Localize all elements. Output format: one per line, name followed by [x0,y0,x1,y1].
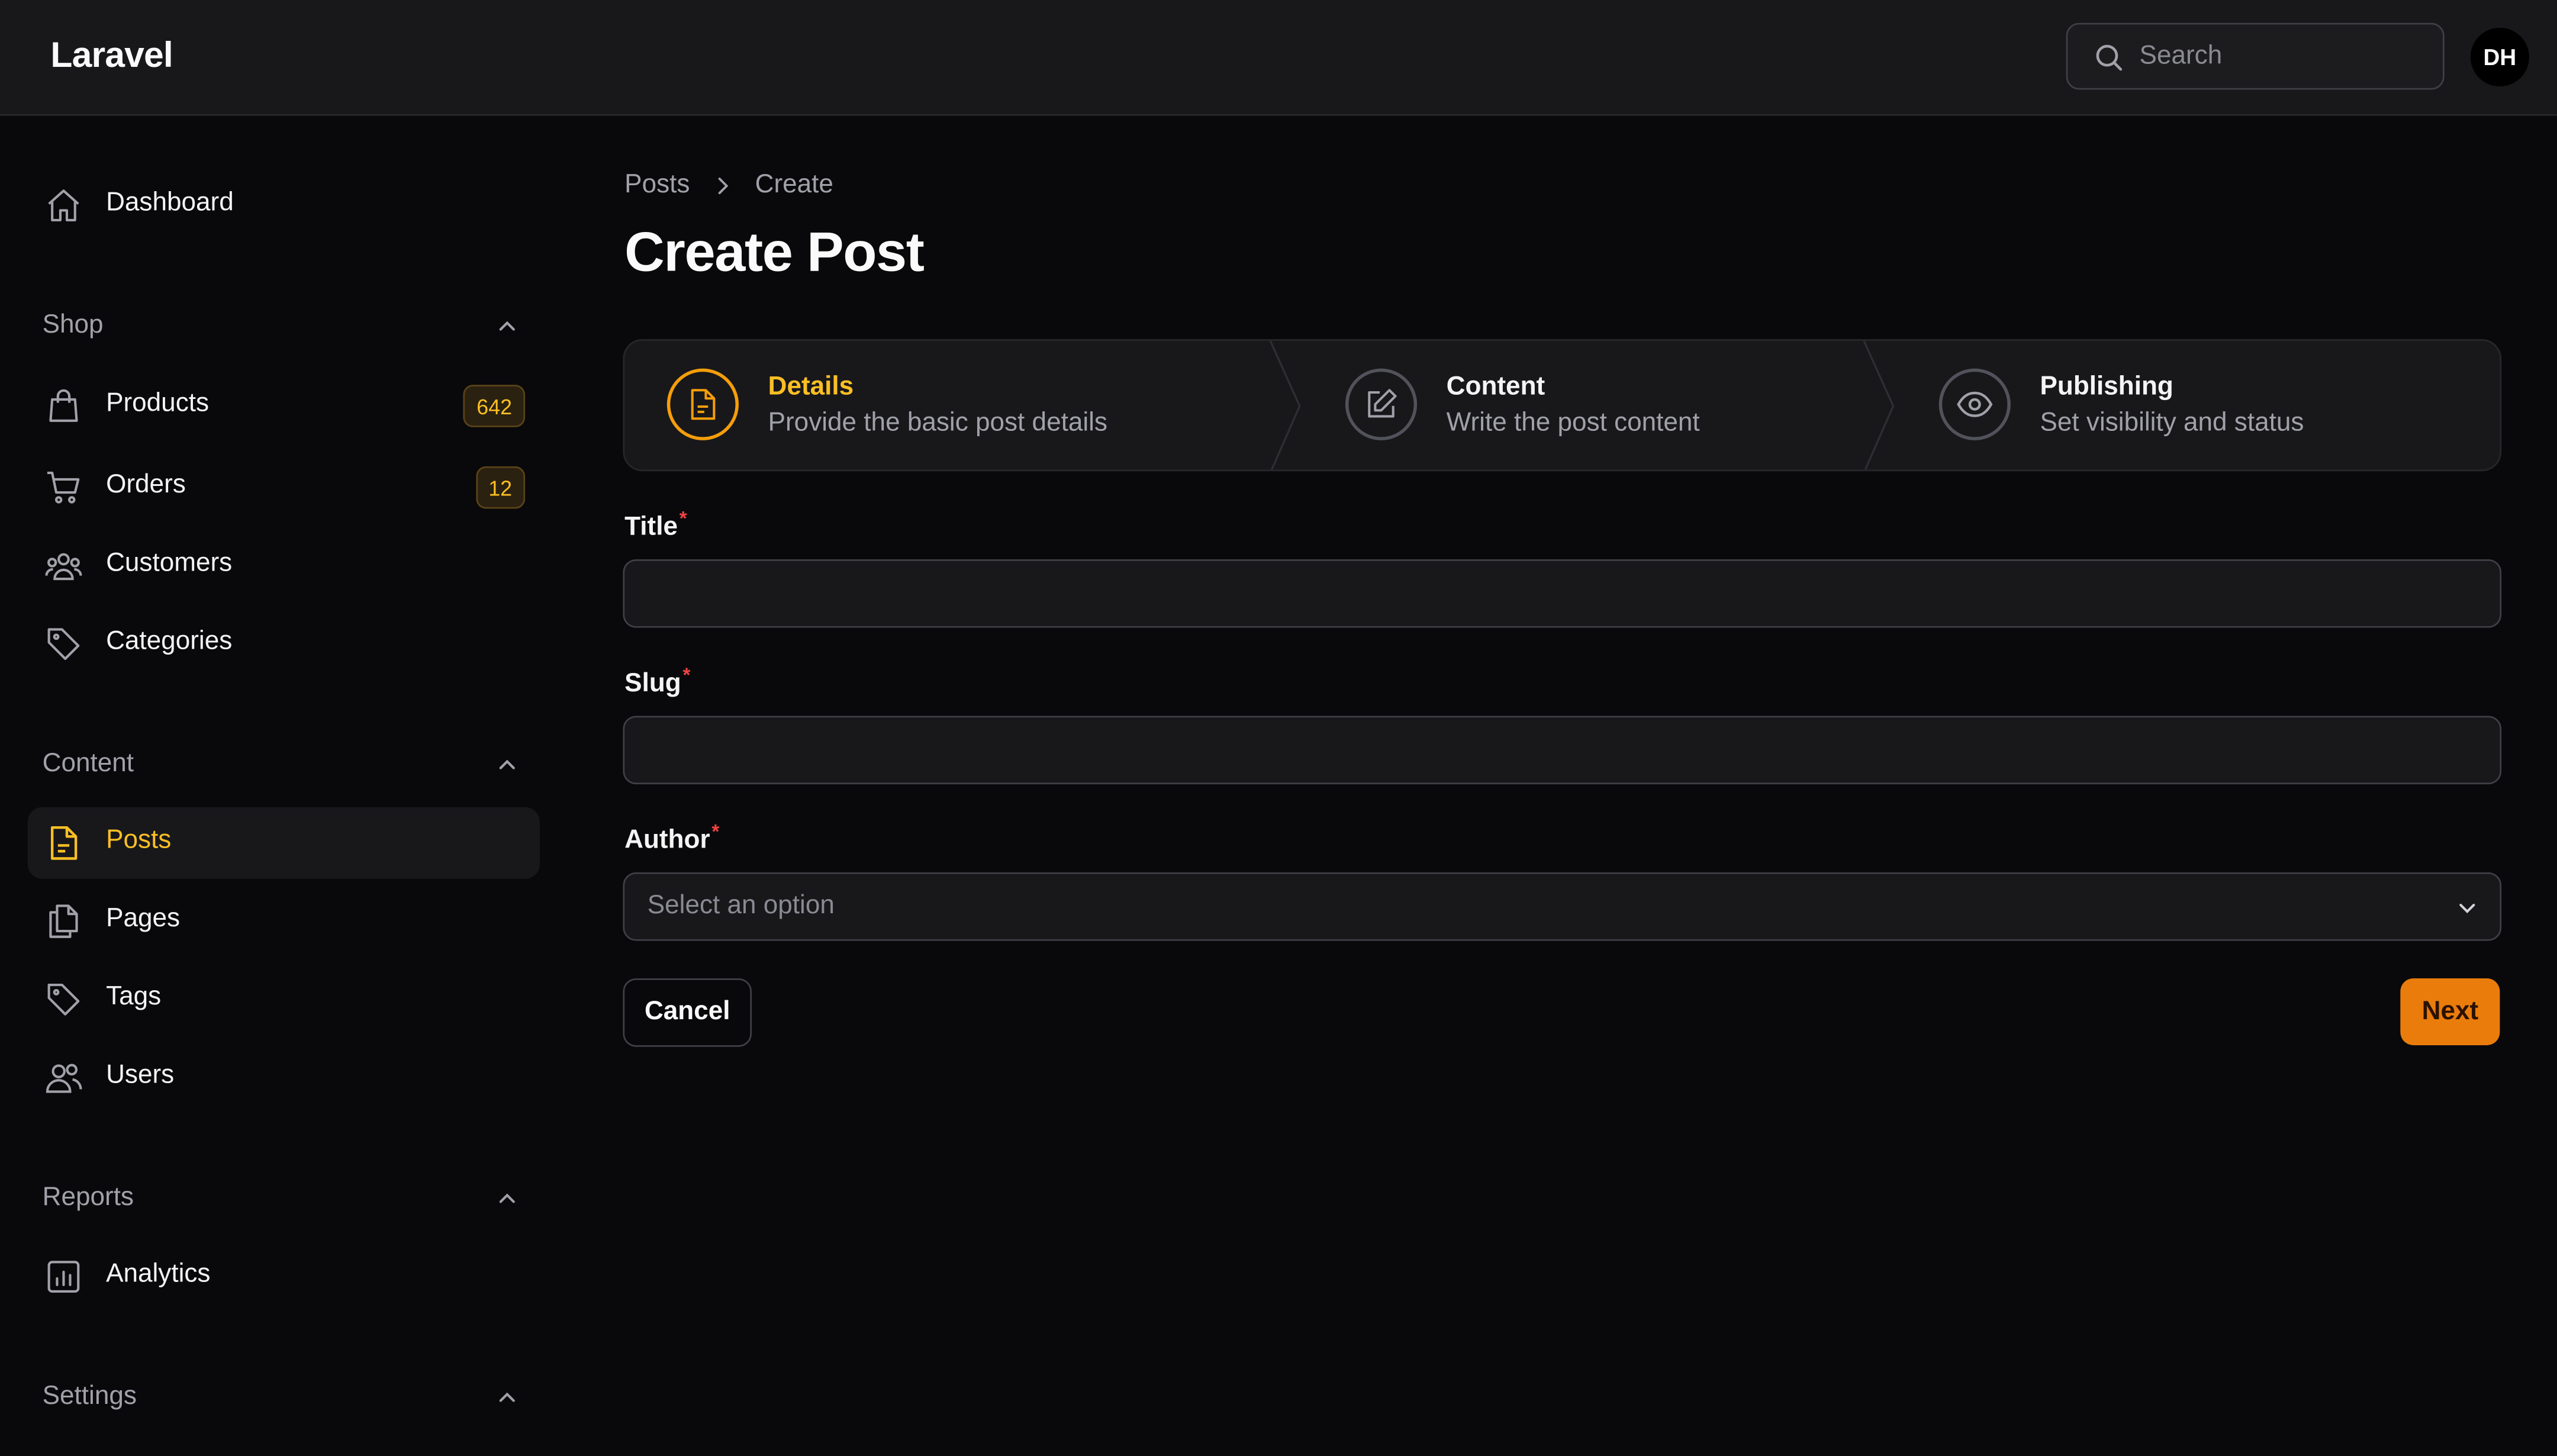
wizard-step-details[interactable]: Details Provide the basic post details [666,341,1270,470]
chart-bar-icon [47,1261,80,1293]
author-label: Author * [624,820,719,856]
step-description: Write the post content [1446,409,1700,437]
author-label-text: Author [624,826,710,855]
brand-logo[interactable]: Laravel [50,34,173,77]
eye-icon [1957,391,1993,417]
group-label-content: Content [42,750,134,778]
pencil-square-icon [1368,389,1397,418]
sidebar-item-label: Customers [106,549,233,578]
wizard-step-publishing[interactable]: Publishing Set visibility and status [1938,341,2477,470]
shopping-bag-icon [49,389,78,422]
group-label-shop: Shop [42,311,104,340]
sidebar-item-users[interactable]: Users [28,1042,540,1113]
sidebar-item-label: Products [106,389,210,418]
breadcrumb: Posts Create [624,171,833,201]
sidebar-item-customers[interactable]: Customers [28,530,540,601]
group-label-settings: Settings [42,1383,137,1411]
chevron-up-icon[interactable] [494,1384,520,1410]
sidebar-item-label: Orders [106,471,186,500]
search-input[interactable]: Search [2066,22,2445,90]
step-description: Set visibility and status [2040,409,2304,437]
user-group-icon [45,553,82,581]
sidebar-item-label: Dashboard [106,189,234,217]
document-duplicate-icon [49,904,78,938]
sidebar-item-dashboard[interactable]: Dashboard [28,170,540,241]
chevron-up-icon[interactable] [494,1186,520,1212]
sidebar-item-analytics[interactable]: Analytics [28,1241,540,1313]
required-mark: * [679,507,687,530]
step-icon-circle [1938,368,2011,440]
slug-label: Slug * [624,663,690,700]
step-separator [1269,340,1301,470]
slug-input[interactable] [623,716,2502,785]
sidebar-item-products[interactable]: Products 642 [28,370,540,442]
author-select[interactable]: Select an option [623,872,2502,941]
chevron-up-icon[interactable] [494,752,520,778]
required-mark: * [711,820,720,843]
required-mark: * [682,663,691,687]
chevron-right-icon [718,178,729,195]
cancel-button[interactable]: Cancel [623,978,752,1047]
count-badge: 642 [463,385,526,427]
sidebar-item-posts[interactable]: Posts [27,807,540,879]
step-title: Publishing [2040,373,2173,401]
top-bar: Laravel Search DH [0,0,2557,116]
page-title: Create Post [624,221,925,284]
search-placeholder: Search [2139,42,2223,70]
document-text-icon [50,826,78,860]
search-icon [2096,44,2123,71]
breadcrumb-item-posts[interactable]: Posts [624,171,690,201]
step-icon-circle [666,368,739,440]
wizard-steps: Details Provide the basic post details C… [623,339,2502,472]
title-label: Title * [624,507,687,543]
group-label-reports: Reports [42,1184,134,1212]
sidebar-item-label: Analytics [106,1260,211,1289]
sidebar-item-label: Tags [106,983,162,1012]
sidebar-item-categories[interactable]: Categories [28,608,540,680]
title-input[interactable] [623,559,2502,628]
breadcrumb-item-create: Create [755,171,833,199]
chevron-down-icon [2459,903,2475,913]
wizard-step-content[interactable]: Content Write the post content [1345,341,1867,470]
next-button[interactable]: Next [2400,978,2500,1045]
document-icon [691,389,716,420]
sidebar-item-label: Pages [106,905,181,933]
users-icon [46,1064,82,1093]
sidebar-item-orders[interactable]: Orders 12 [28,452,540,523]
sidebar-item-label: Categories [106,627,233,656]
tag-icon [47,628,80,661]
step-separator [1863,340,1895,470]
chevron-up-icon[interactable] [494,313,520,339]
title-label-text: Title [624,513,678,542]
sidebar-item-label: Users [106,1061,175,1090]
sidebar-item-tags[interactable]: Tags [28,964,540,1035]
shopping-cart-icon [47,471,80,504]
author-select-placeholder: Select an option [647,891,835,920]
sidebar-item-label: Posts [106,826,172,855]
step-description: Provide the basic post details [768,409,1107,437]
step-icon-circle [1345,368,1418,440]
home-icon [48,189,79,221]
count-badge: 12 [475,466,526,509]
user-avatar[interactable]: DH [2470,27,2530,87]
sidebar-item-pages[interactable]: Pages [28,885,540,957]
step-title: Details [768,373,854,401]
slug-label-text: Slug [624,670,681,698]
tag-icon [47,983,80,1016]
step-title: Content [1446,373,1545,401]
app-root: Laravel Search DH Dashboard Shop Product… [0,0,2557,1456]
